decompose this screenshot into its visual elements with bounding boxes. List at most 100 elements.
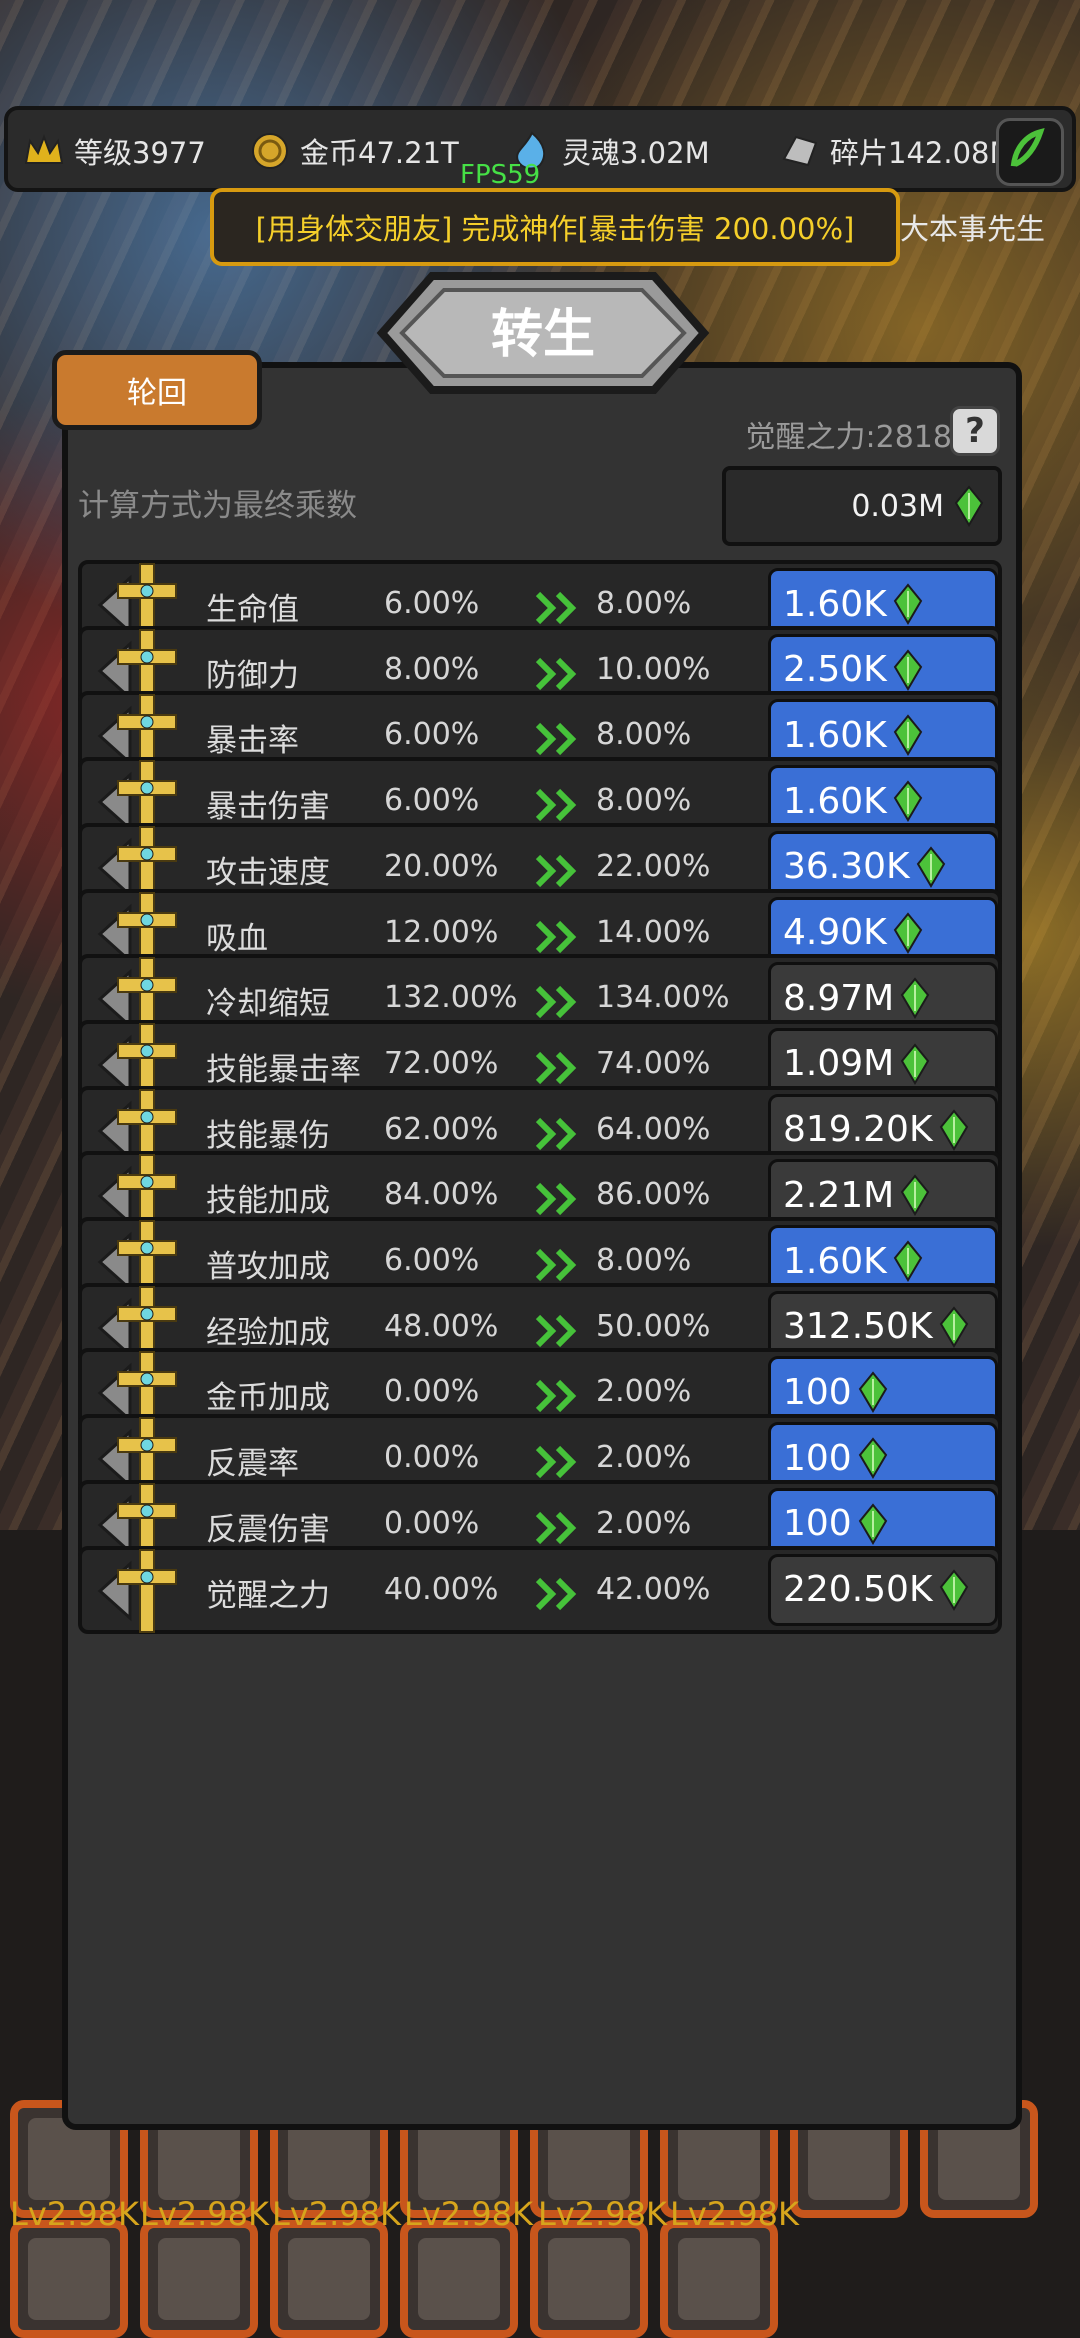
stat-name: 暴击率: [206, 723, 299, 760]
stat-current-value: 12.00%: [384, 914, 499, 950]
green-gem-icon: [858, 1371, 888, 1414]
golden-cross-icon: [92, 1546, 202, 1636]
stat-next-value: 8.00%: [596, 783, 692, 819]
level-text: 等级3977: [74, 136, 206, 170]
soul-text: 灵魂3.02M: [562, 136, 710, 170]
tab-reincarnation[interactable]: 轮回: [52, 350, 262, 430]
fps-counter: FPS59: [460, 160, 541, 190]
upgrade-arrow-icon: [534, 721, 584, 757]
stat-row: 觉醒之力 40.00% 42.00% 220.50K: [78, 1545, 1002, 1636]
stat-next-value: 22.00%: [596, 848, 711, 884]
cost-value: 2.21M: [783, 1174, 895, 1216]
item-level: Lv2.98K: [538, 2195, 667, 2233]
cost-value: 819.20K: [783, 1109, 933, 1151]
cost-value: 100: [783, 1371, 852, 1413]
stat-next-value: 86.00%: [596, 1177, 711, 1213]
coin-icon: [252, 133, 288, 169]
stat-next-value: 14.00%: [596, 914, 711, 950]
upgrade-arrow-icon: [534, 656, 584, 692]
stat-current-value: 48.00%: [384, 1308, 499, 1344]
inventory-slot[interactable]: [270, 2220, 388, 2338]
stat-next-value: 50.00%: [596, 1308, 711, 1344]
upgrade-cost-button[interactable]: 220.50K: [768, 1553, 998, 1626]
green-gem-icon: [939, 1568, 969, 1611]
upgrade-arrow-icon: [534, 1444, 584, 1480]
stat-current-value: 84.00%: [384, 1177, 499, 1213]
shard-icon: [782, 135, 818, 167]
upgrade-arrow-icon: [534, 1181, 584, 1217]
stat-name: 金币加成: [206, 1380, 330, 1417]
awaken-power-label: 觉醒之力:2818: [745, 420, 952, 455]
green-gem-icon: [893, 911, 923, 954]
crown-icon: [24, 134, 64, 164]
inventory-slot[interactable]: [660, 2220, 778, 2338]
stat-name: 技能暴击率: [206, 1051, 361, 1088]
green-gem-icon: [893, 714, 923, 757]
stat-next-value: 42.00%: [596, 1571, 711, 1607]
upgrade-arrow-icon: [534, 590, 584, 626]
stat-current-value: 0.00%: [384, 1505, 480, 1541]
cost-value: 100: [783, 1437, 852, 1479]
stat-name: 生命值: [206, 592, 299, 628]
stat-current-value: 20.00%: [384, 848, 499, 884]
green-gem-icon: [858, 1437, 888, 1480]
total-cost-value: 0.03M: [851, 488, 944, 524]
green-gem-icon: [858, 1503, 888, 1545]
cost-value: 4.90K: [783, 912, 887, 953]
green-gem-icon: [939, 1306, 969, 1348]
upgrade-arrow-icon: [534, 853, 584, 889]
stat-next-value: 2.00%: [596, 1374, 692, 1410]
stat-name: 反震率: [206, 1446, 299, 1483]
achievement-banner: [用身体交朋友] 完成神作[暴击伤害 200.00%]: [210, 188, 900, 266]
stat-next-value: 8.00%: [596, 1243, 692, 1278]
corner-menu-button[interactable]: [996, 118, 1064, 186]
item-level: Lv2.98K: [272, 2195, 401, 2233]
stat-current-value: 0.00%: [384, 1440, 480, 1476]
stat-current-value: 6.00%: [384, 586, 480, 621]
stat-name: 普攻加成: [206, 1249, 330, 1285]
leaf-icon: [1010, 128, 1045, 167]
stat-current-value: 8.00%: [384, 651, 480, 687]
cost-value: 1.60K: [783, 780, 887, 822]
cost-value: 1.09M: [783, 1043, 895, 1085]
stat-name: 经验加成: [206, 1314, 330, 1351]
upgrade-arrow-icon: [534, 1510, 584, 1546]
level-resource: 等级3977: [22, 126, 206, 176]
stat-name: 防御力: [206, 657, 299, 694]
stat-next-value: 74.00%: [596, 1045, 711, 1081]
green-gem-icon: [900, 977, 930, 1020]
cost-value: 8.97M: [783, 977, 895, 1019]
stat-next-value: 8.00%: [596, 586, 692, 621]
calculation-note: 计算方式为最终乘数: [78, 488, 357, 524]
stat-name: 攻击速度: [206, 854, 330, 891]
green-gem-icon: [893, 649, 923, 691]
upgrade-arrow-icon: [534, 1247, 584, 1283]
shard-resource: 碎片142.08M: [778, 126, 1015, 176]
green-gem-icon: [954, 485, 984, 527]
cost-value: 100: [783, 1503, 852, 1545]
cost-value: 1.60K: [783, 714, 887, 756]
stat-next-value: 2.00%: [596, 1505, 692, 1541]
stat-current-value: 6.00%: [384, 717, 480, 753]
upgrade-arrow-icon: [534, 787, 584, 823]
shard-text: 碎片142.08M: [830, 136, 1015, 170]
gold-resource: 金币47.21T: [248, 126, 459, 176]
upgrade-arrow-icon: [534, 1576, 584, 1612]
inventory-slot[interactable]: [10, 2220, 128, 2338]
inventory-slot[interactable]: [140, 2220, 258, 2338]
inventory-slot[interactable]: [400, 2220, 518, 2338]
upgrade-arrow-icon: [534, 1050, 584, 1086]
cost-value: 1.60K: [783, 583, 887, 625]
stat-next-value: 134.00%: [596, 980, 730, 1016]
cost-value: 1.60K: [783, 1240, 887, 1282]
upgrade-arrow-icon: [534, 1116, 584, 1152]
stat-current-value: 6.00%: [384, 783, 480, 819]
stat-name: 技能暴伤: [206, 1117, 330, 1154]
stat-next-value: 10.00%: [596, 651, 711, 687]
help-button[interactable]: ?: [950, 406, 1000, 456]
stat-current-value: 0.00%: [384, 1374, 480, 1410]
inventory-slot[interactable]: [530, 2220, 648, 2338]
item-level: Lv2.98K: [140, 2195, 269, 2233]
cost-value: 220.50K: [783, 1569, 933, 1610]
upgrade-arrow-icon: [534, 984, 584, 1020]
